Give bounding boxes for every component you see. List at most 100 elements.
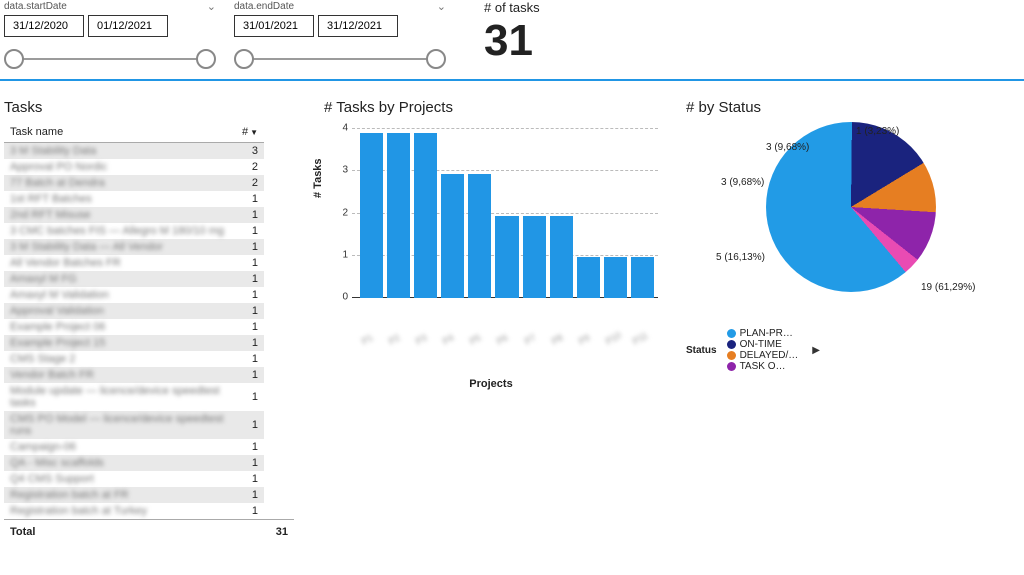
table-row[interactable]: 3 CMC batches FIS — Allegro M 180/10 mg1 <box>4 223 264 239</box>
start-date-slider[interactable] <box>4 49 216 69</box>
table-row[interactable]: 77 Batch at Dendra2 <box>4 175 264 191</box>
table-row[interactable]: 3 M Stability Data3 <box>4 143 264 159</box>
x-tick-label: P10 <box>604 326 629 346</box>
legend-swatch-icon <box>727 362 736 371</box>
gridline <box>352 128 658 129</box>
task-count-cell: 1 <box>234 303 264 319</box>
pie-data-label: 19 (61,29%) <box>921 282 975 293</box>
table-row[interactable]: Campaign-061 <box>4 439 264 455</box>
col-count[interactable]: #▼ <box>234 122 264 143</box>
start-date-label: data.startDate <box>4 1 67 12</box>
table-row[interactable]: Amaxyl M FG1 <box>4 271 264 287</box>
task-name-cell: 3 CMC batches FIS — Allegro M 180/10 mg <box>4 223 234 239</box>
table-row[interactable]: Registration batch at FR1 <box>4 487 264 503</box>
table-row[interactable]: Example Project 061 <box>4 319 264 335</box>
table-row[interactable]: Registration batch at Turkey1 <box>4 503 264 519</box>
start-date-from-input[interactable] <box>4 15 84 37</box>
task-name-cell: Approval Validation <box>4 303 234 319</box>
table-row[interactable]: Amaxyl M Validation1 <box>4 287 264 303</box>
legend-label: TASK O… <box>740 361 786 372</box>
chevron-down-icon[interactable]: ⌄ <box>437 0 446 13</box>
slider-track <box>244 58 436 60</box>
task-name-cell: CMS PO Model — licence/device speedtest … <box>4 411 234 439</box>
x-tick-label: P11 <box>631 326 656 346</box>
legend-item[interactable]: DELAYED/… <box>727 350 799 361</box>
bar[interactable] <box>577 257 600 298</box>
table-row[interactable]: 1st RFT Batches1 <box>4 191 264 207</box>
x-tick-label: P4 <box>441 326 466 346</box>
table-row[interactable]: Vendor Batch FR1 <box>4 367 264 383</box>
legend-swatch-icon <box>727 329 736 338</box>
x-tick-label: P5 <box>468 326 493 346</box>
end-date-to-input[interactable] <box>318 15 398 37</box>
legend-item[interactable]: PLAN-PR… <box>727 328 799 339</box>
legend-swatch-icon <box>727 351 736 360</box>
table-row[interactable]: CMS PO Model — licence/device speedtest … <box>4 411 264 439</box>
bar-chart[interactable]: # Tasks 01234 P1P2P3P4P5P6P7P8P9P10P11 <box>352 128 658 328</box>
task-name-cell: Vendor Batch FR <box>4 367 234 383</box>
table-row[interactable]: 3 M Stability Data — All Vendor1 <box>4 239 264 255</box>
bar-ylabel: # Tasks <box>312 158 324 198</box>
end-date-from-input[interactable] <box>234 15 314 37</box>
task-count-cell: 1 <box>234 335 264 351</box>
table-row[interactable]: 2nd RFT Misuse1 <box>4 207 264 223</box>
table-row[interactable]: Module update — licence/device speedtest… <box>4 383 264 411</box>
bar[interactable] <box>441 174 464 298</box>
slider-thumb-left[interactable] <box>4 49 24 69</box>
bar[interactable] <box>631 257 654 298</box>
col-task-name[interactable]: Task name <box>4 122 234 143</box>
task-name-cell: Campaign-06 <box>4 439 234 455</box>
slider-thumb-left[interactable] <box>234 49 254 69</box>
x-tick-label: P9 <box>577 326 602 346</box>
task-count-cell: 1 <box>234 207 264 223</box>
bar[interactable] <box>523 216 546 299</box>
task-name-cell: Amaxyl M FG <box>4 271 234 287</box>
task-count-cell: 1 <box>234 351 264 367</box>
task-count-cell: 1 <box>234 271 264 287</box>
bar[interactable] <box>414 133 437 298</box>
task-name-cell: Example Project 15 <box>4 335 234 351</box>
table-row[interactable]: QA - Misc scaffolds1 <box>4 455 264 471</box>
charts-area: # Tasks by Projects # Tasks 01234 P1P2P3… <box>324 99 1020 556</box>
bar[interactable] <box>604 257 627 298</box>
pie-data-label: 1 (3,23%) <box>856 126 899 137</box>
slider-thumb-right[interactable] <box>196 49 216 69</box>
table-row[interactable]: CMS Stage 21 <box>4 351 264 367</box>
task-name-cell: Registration batch at FR <box>4 487 234 503</box>
bar[interactable] <box>550 216 573 299</box>
task-name-cell: QA - Misc scaffolds <box>4 455 234 471</box>
kpi-card: # of tasks 31 <box>484 0 540 63</box>
legend-next-icon[interactable]: ▶ <box>808 343 824 358</box>
legend-item[interactable]: TASK O… <box>727 361 799 372</box>
kpi-value: 31 <box>484 19 540 63</box>
table-row[interactable]: Q4 CMS Support1 <box>4 471 264 487</box>
legend-item[interactable]: ON-TIME <box>727 339 799 350</box>
table-row[interactable]: Approval PO Nordic2 <box>4 159 264 175</box>
table-row[interactable]: Approval Validation1 <box>4 303 264 319</box>
end-date-slider[interactable] <box>234 49 446 69</box>
bar[interactable] <box>387 133 410 298</box>
task-count-cell: 1 <box>234 287 264 303</box>
task-name-cell: 3 M Stability Data — All Vendor <box>4 239 234 255</box>
y-tick-label: 1 <box>334 249 348 260</box>
task-count-cell: 1 <box>234 439 264 455</box>
total-value: 31 <box>264 520 294 545</box>
task-count-cell: 1 <box>234 455 264 471</box>
bar[interactable] <box>495 216 518 299</box>
task-name-cell: Q4 CMS Support <box>4 471 234 487</box>
bar-xlabel: Projects <box>324 378 658 390</box>
pie-data-label: 3 (9,68%) <box>766 142 809 153</box>
sort-desc-icon: ▼ <box>250 128 258 137</box>
task-count-cell: 1 <box>234 239 264 255</box>
bar[interactable] <box>360 133 383 298</box>
table-row[interactable]: Example Project 151 <box>4 335 264 351</box>
bar[interactable] <box>468 174 491 298</box>
task-count-cell: 1 <box>234 191 264 207</box>
y-tick-label: 2 <box>334 207 348 218</box>
table-row[interactable]: All Vendor Batches FR1 <box>4 255 264 271</box>
task-count-cell: 1 <box>234 255 264 271</box>
slider-thumb-right[interactable] <box>426 49 446 69</box>
chevron-down-icon[interactable]: ⌄ <box>207 0 216 13</box>
start-date-to-input[interactable] <box>88 15 168 37</box>
task-name-cell: 3 M Stability Data <box>4 143 234 159</box>
